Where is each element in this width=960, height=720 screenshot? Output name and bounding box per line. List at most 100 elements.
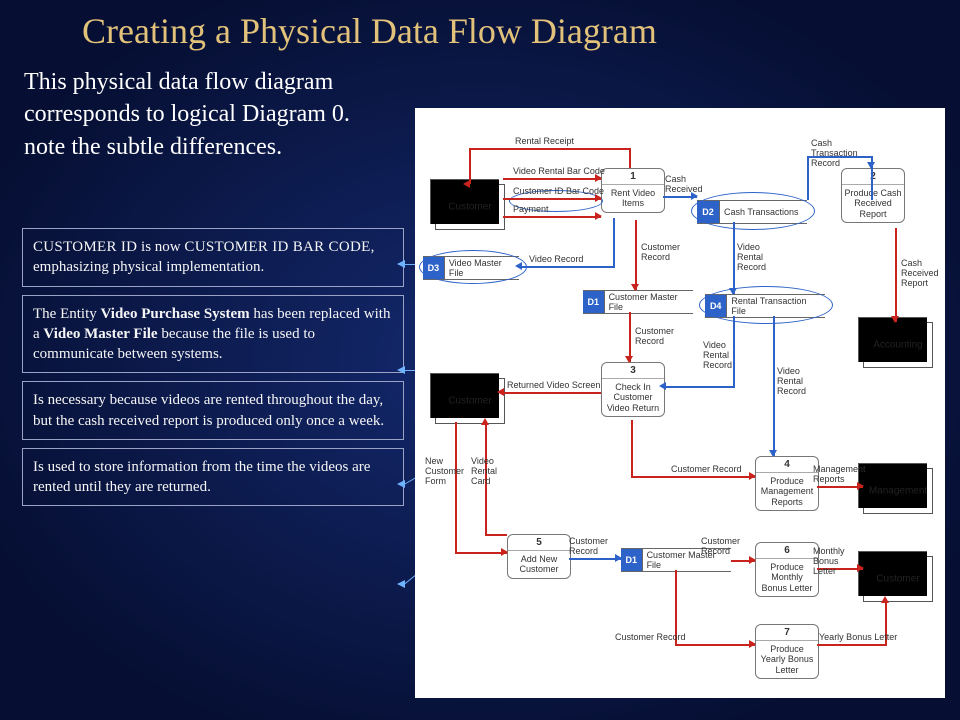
page-title: Creating a Physical Data Flow Diagram xyxy=(82,10,657,52)
num: 6 xyxy=(756,543,818,559)
callout-2: The Entity Video Purchase System has bee… xyxy=(22,295,404,374)
flow-label: Rental Receipt xyxy=(515,136,574,146)
label: Produce Monthly Bonus Letter xyxy=(756,559,818,596)
highlight-oval xyxy=(419,250,527,284)
entity-management: Management xyxy=(863,468,933,514)
flow xyxy=(895,228,897,322)
flow-label: New Customer Form xyxy=(425,456,469,486)
flow-label: Returned Video Screen xyxy=(507,380,600,390)
label: Management xyxy=(864,486,932,497)
label: Produce Management Reports xyxy=(756,473,818,510)
entity-customer-1: Customer xyxy=(435,184,505,230)
flow xyxy=(807,156,809,200)
flow xyxy=(631,420,633,476)
label: Check In Customer Video Return xyxy=(602,379,664,416)
label: Customer xyxy=(436,202,504,213)
callout-1: CUSTOMER ID is now CUSTOMER ID BAR CODE,… xyxy=(22,228,404,287)
flow xyxy=(519,266,613,268)
flow xyxy=(569,558,621,560)
num: 1 xyxy=(602,169,664,185)
process-4: 4Produce Management Reports xyxy=(755,456,819,511)
text: CUSTOMER ID BAR CODE xyxy=(184,239,370,255)
leader-arrow-icon xyxy=(397,580,405,588)
flow xyxy=(817,644,885,646)
flow-label: Video Rental Record xyxy=(703,340,743,370)
arrow-icon xyxy=(595,212,602,220)
flow xyxy=(663,476,755,478)
flow xyxy=(733,222,735,294)
process-1: 1Rent Video Items xyxy=(601,168,665,213)
callout-3: Is necessary because videos are rented t… xyxy=(22,381,404,440)
flow xyxy=(503,216,601,218)
arrow-icon xyxy=(515,262,522,270)
key: D1 xyxy=(583,291,605,313)
text: The Entity xyxy=(33,306,101,322)
arrow-icon xyxy=(615,554,622,562)
callout-4: Is used to store information from the ti… xyxy=(22,448,404,507)
arrow-icon xyxy=(729,288,737,295)
flow-label: Video Rental Record xyxy=(737,242,777,272)
leader-arrow-icon xyxy=(397,366,405,374)
flow xyxy=(469,148,471,184)
num: 4 xyxy=(756,457,818,473)
flow xyxy=(629,148,631,168)
flow-label: Customer Record xyxy=(615,632,686,642)
flow-label: Video Record xyxy=(529,254,583,264)
text: Video Purchase System xyxy=(101,306,250,322)
flow xyxy=(455,552,507,554)
arrow-icon xyxy=(749,556,756,564)
flow-label: Video Rental Bar Code xyxy=(513,166,605,176)
flow-label: Cash Received xyxy=(665,174,701,194)
arrow-icon xyxy=(867,162,875,169)
arrow-icon xyxy=(881,596,889,603)
process-6: 6Produce Monthly Bonus Letter xyxy=(755,542,819,597)
process-3: 3Check In Customer Video Return xyxy=(601,362,665,417)
label: Customer xyxy=(864,574,932,585)
flow xyxy=(455,422,457,552)
flow-label: Customer Record xyxy=(671,464,742,474)
highlight-oval xyxy=(699,286,833,324)
process-7: 7Produce Yearly Bonus Letter xyxy=(755,624,819,679)
process-5: 5Add New Customer xyxy=(507,534,571,579)
num: 2 xyxy=(842,169,904,185)
arrow-icon xyxy=(481,418,489,425)
flow xyxy=(629,312,631,362)
label: Accounting xyxy=(864,340,932,351)
flow-label: Customer Record xyxy=(641,242,683,262)
arrow-icon xyxy=(501,548,508,556)
text: is now xyxy=(137,239,184,255)
key: D1 xyxy=(621,549,643,571)
label: Add New Customer xyxy=(508,551,570,578)
flow-label: Customer ID Bar Code xyxy=(513,186,604,196)
flow xyxy=(469,148,629,150)
flow xyxy=(663,386,735,388)
store-d1-top: D1Customer Master File xyxy=(583,290,693,314)
arrow-icon xyxy=(497,388,504,396)
num: 7 xyxy=(756,625,818,641)
flow-label: Video Rental Record xyxy=(777,366,817,396)
entity-accounting: Accounting xyxy=(863,322,933,368)
flow-label: Customer Record xyxy=(569,536,613,556)
label: Customer xyxy=(436,396,504,407)
flow xyxy=(485,534,507,536)
text: Video Master File xyxy=(43,326,157,342)
flow xyxy=(503,392,601,394)
entity-customer-3: Customer xyxy=(863,556,933,602)
flow-label: Management Reports xyxy=(813,464,867,484)
arrow-icon xyxy=(749,640,756,648)
arrow-icon xyxy=(631,284,639,291)
arrow-icon xyxy=(749,472,756,480)
intro-text: This physical data flow diagram correspo… xyxy=(24,66,394,163)
flow xyxy=(635,220,637,290)
leader-arrow-icon xyxy=(397,480,405,488)
flow xyxy=(613,218,615,268)
flow xyxy=(773,316,775,456)
process-2: 2Produce Cash Received Report xyxy=(841,168,905,223)
flow-label: Yearly Bonus Letter xyxy=(819,632,897,642)
callout-list: CUSTOMER ID is now CUSTOMER ID BAR CODE,… xyxy=(22,228,404,514)
flow-label: Cash Transaction Record xyxy=(811,138,867,168)
arrow-icon xyxy=(625,356,633,363)
flow-label: Customer Record xyxy=(635,326,677,346)
flow xyxy=(675,644,755,646)
arrow-icon xyxy=(659,382,666,390)
